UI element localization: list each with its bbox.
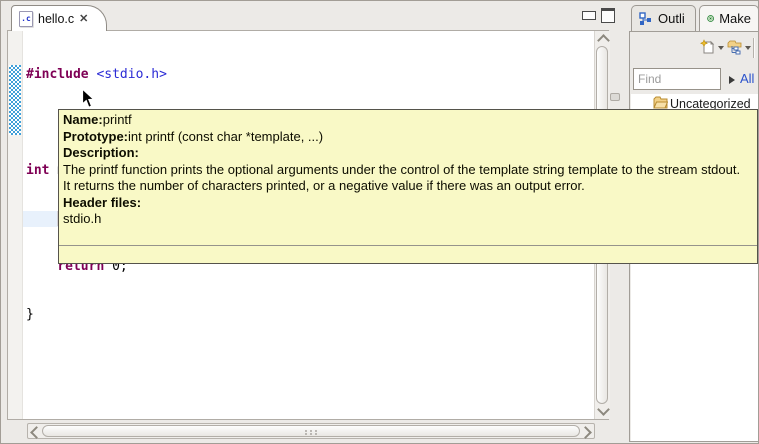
thumb-grip bbox=[304, 430, 318, 435]
outline-icon bbox=[639, 12, 653, 26]
tooltip-content: Name:printf Prototype:int printf (const … bbox=[59, 110, 757, 245]
scroll-left-icon[interactable] bbox=[30, 426, 43, 439]
tooltip-header-files-label: Header files: bbox=[63, 195, 753, 212]
ide-window: .c hello.c ✕ #include <stdio.h> int main… bbox=[0, 0, 759, 444]
tooltip-status-bar bbox=[59, 246, 757, 263]
group-dropdown-icon[interactable] bbox=[745, 46, 751, 53]
scroll-down-icon[interactable] bbox=[597, 403, 610, 416]
c-file-icon: .c bbox=[19, 11, 33, 27]
new-make-target-icon[interactable] bbox=[700, 39, 716, 55]
tooltip-prototype-row: Prototype:int printf (const char *templa… bbox=[63, 129, 753, 146]
tab-outline-label: Outli bbox=[658, 11, 685, 26]
folder-icon bbox=[653, 96, 668, 109]
tooltip-header-files-value: stdio.h bbox=[63, 211, 753, 228]
code-line: #include <stdio.h> bbox=[26, 67, 595, 83]
changed-lines-marker bbox=[9, 65, 21, 135]
mouse-cursor-icon bbox=[81, 88, 95, 109]
tooltip-description-text: The printf function prints the optional … bbox=[63, 162, 743, 195]
tab-outline[interactable]: Outli bbox=[631, 5, 696, 31]
tab-make-targets[interactable]: Make bbox=[699, 5, 759, 31]
printf-doc-tooltip: Name:printf Prototype:int printf (const … bbox=[58, 109, 758, 264]
new-target-dropdown-icon[interactable] bbox=[718, 46, 724, 53]
find-input[interactable] bbox=[633, 68, 721, 90]
make-target-icon bbox=[707, 11, 714, 26]
scroll-up-icon[interactable] bbox=[597, 34, 610, 47]
code-line: } bbox=[26, 307, 595, 323]
annotation-marker[interactable] bbox=[610, 93, 620, 101]
tab-make-label: Make bbox=[719, 11, 751, 26]
toolbar-separator bbox=[753, 38, 754, 58]
expand-arrow-icon[interactable] bbox=[729, 76, 739, 84]
close-tab-icon[interactable]: ✕ bbox=[79, 14, 88, 24]
editor-tab-label: hello.c bbox=[38, 12, 74, 26]
editor-tab-hello-c[interactable]: .c hello.c ✕ bbox=[11, 5, 107, 31]
editor-gutter bbox=[8, 31, 23, 419]
all-link[interactable]: All bbox=[740, 71, 754, 86]
minimize-view-button[interactable] bbox=[582, 11, 596, 20]
horizontal-scrollbar[interactable] bbox=[27, 423, 595, 439]
group-hierarchy-icon[interactable] bbox=[727, 39, 743, 55]
maximize-view-button[interactable] bbox=[601, 8, 615, 23]
scroll-right-icon[interactable] bbox=[579, 426, 592, 439]
tooltip-description-label: Description: bbox=[63, 145, 753, 162]
tooltip-name-row: Name:printf bbox=[63, 112, 753, 129]
horizontal-scroll-thumb[interactable] bbox=[42, 425, 580, 437]
